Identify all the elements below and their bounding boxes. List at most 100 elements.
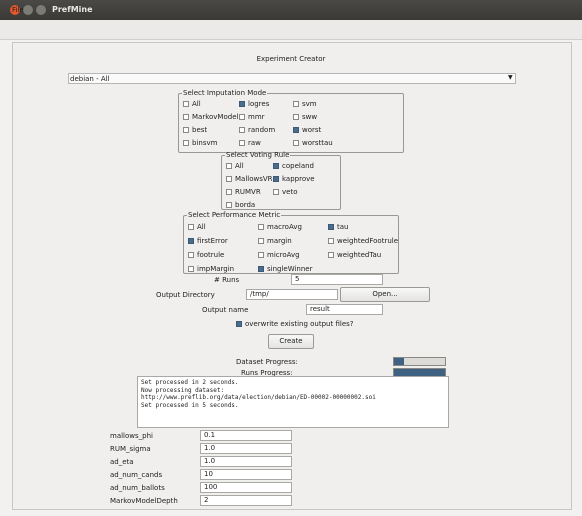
- metric-checkbox[interactable]: [258, 252, 264, 258]
- metric-checkbox[interactable]: [188, 252, 194, 258]
- metric-option-margin[interactable]: margin: [258, 237, 292, 245]
- imputation-option-markovmodel[interactable]: MarkovModel: [183, 113, 238, 121]
- voting-option-rumvr[interactable]: RUMVR: [226, 188, 261, 196]
- imputation-mode-legend: Select Imputation Mode: [183, 89, 267, 97]
- imputation-option-label: binsvm: [192, 139, 218, 147]
- metric-option-label: margin: [267, 237, 292, 245]
- voting-checkbox[interactable]: [226, 163, 232, 169]
- imputation-checkbox[interactable]: [239, 140, 245, 146]
- voting-option-label: All: [235, 162, 244, 170]
- imputation-checkbox[interactable]: [239, 127, 245, 133]
- imputation-checkbox[interactable]: [183, 140, 189, 146]
- param-label-ad-num-cands: ad_num_cands: [110, 471, 163, 479]
- voting-checkbox[interactable]: [273, 176, 279, 182]
- imputation-checkbox[interactable]: [293, 127, 299, 133]
- imputation-checkbox[interactable]: [183, 127, 189, 133]
- metric-checkbox[interactable]: [188, 266, 194, 272]
- metric-option-label: footrule: [197, 251, 225, 259]
- voting-checkbox[interactable]: [226, 189, 232, 195]
- metric-option-weightedtau[interactable]: weightedTau: [328, 251, 381, 259]
- metric-checkbox[interactable]: [258, 266, 264, 272]
- menu-bar: [0, 20, 582, 40]
- metric-checkbox[interactable]: [188, 238, 194, 244]
- param-label-ad-num-ballots: ad_num_ballots: [110, 484, 165, 492]
- imputation-option-label: random: [248, 126, 276, 134]
- metric-option-firsterror[interactable]: firstError: [188, 237, 228, 245]
- param-input-markovmodeldepth[interactable]: 2: [200, 495, 292, 506]
- imputation-option-worst[interactable]: worst: [293, 126, 321, 134]
- runs-progress-fill: [394, 369, 445, 376]
- chevron-down-icon[interactable]: ▼: [508, 74, 513, 81]
- metric-option-tau[interactable]: tau: [328, 223, 348, 231]
- imputation-checkbox[interactable]: [183, 101, 189, 107]
- metric-option-all[interactable]: All: [188, 223, 206, 231]
- output-name-input[interactable]: result: [306, 304, 383, 315]
- metric-option-impmargin[interactable]: impMargin: [188, 265, 234, 273]
- imputation-option-sww[interactable]: sww: [293, 113, 317, 121]
- voting-option-copeland[interactable]: copeland: [273, 162, 314, 170]
- menu-file[interactable]: File: [12, 6, 24, 14]
- param-input-ad-num-ballots[interactable]: 100: [200, 482, 292, 493]
- performance-metric-legend: Select Performance Metric: [188, 211, 281, 219]
- log-output[interactable]: Set processed in 2 seconds. Now processin…: [137, 376, 449, 428]
- dataset-progress-label: Dataset Progress:: [236, 358, 298, 366]
- create-button[interactable]: Create: [268, 334, 314, 349]
- metric-option-macroavg[interactable]: macroAvg: [258, 223, 302, 231]
- imputation-option-all[interactable]: All: [183, 100, 201, 108]
- imputation-checkbox[interactable]: [293, 140, 299, 146]
- metric-option-singlewinner[interactable]: singleWinner: [258, 265, 313, 273]
- imputation-option-best[interactable]: best: [183, 126, 207, 134]
- imputation-checkbox[interactable]: [239, 101, 245, 107]
- voting-checkbox[interactable]: [273, 189, 279, 195]
- param-input-mallows-phi[interactable]: 0.1: [200, 430, 292, 441]
- metric-checkbox[interactable]: [328, 252, 334, 258]
- metric-option-weightedfootrule[interactable]: weightedFootrule: [328, 237, 398, 245]
- overwrite-checkbox[interactable]: overwrite existing output files?: [236, 320, 353, 328]
- metric-option-footrule[interactable]: footrule: [188, 251, 224, 259]
- metric-checkbox[interactable]: [258, 224, 264, 230]
- metric-option-microavg[interactable]: microAvg: [258, 251, 300, 259]
- imputation-checkbox[interactable]: [293, 114, 299, 120]
- minimize-window-button[interactable]: [23, 5, 33, 15]
- imputation-option-random[interactable]: random: [239, 126, 275, 134]
- metric-option-label: singleWinner: [267, 265, 313, 273]
- voting-checkbox[interactable]: [226, 202, 232, 208]
- runs-label: # Runs: [214, 276, 240, 284]
- param-input-rum-sigma[interactable]: 1.0: [200, 443, 292, 454]
- voting-checkbox[interactable]: [226, 176, 232, 182]
- imputation-checkbox[interactable]: [183, 114, 189, 120]
- imputation-option-label: All: [192, 100, 201, 108]
- param-input-ad-num-cands[interactable]: 10: [200, 469, 292, 480]
- voting-rule-legend: Select Voting Rule: [226, 151, 290, 159]
- overwrite-checkbox-box[interactable]: [236, 321, 242, 327]
- open-directory-button[interactable]: Open...: [340, 287, 430, 302]
- imputation-option-mmr[interactable]: mmr: [239, 113, 265, 121]
- imputation-option-binsvm[interactable]: binsvm: [183, 139, 217, 147]
- output-directory-label: Output Directory: [156, 291, 215, 299]
- metric-checkbox[interactable]: [258, 238, 264, 244]
- metric-checkbox[interactable]: [188, 224, 194, 230]
- output-directory-input[interactable]: /tmp/: [246, 289, 338, 300]
- metric-checkbox[interactable]: [328, 238, 334, 244]
- voting-option-label: kapprove: [282, 175, 315, 183]
- imputation-option-worsttau[interactable]: worsttau: [293, 139, 333, 147]
- maximize-window-button[interactable]: [36, 5, 46, 15]
- imputation-option-logres[interactable]: logres: [239, 100, 269, 108]
- imputation-option-raw[interactable]: raw: [239, 139, 261, 147]
- imputation-option-label: best: [192, 126, 208, 134]
- imputation-option-svm[interactable]: svm: [293, 100, 317, 108]
- imputation-option-label: logres: [248, 100, 270, 108]
- voting-option-all[interactable]: All: [226, 162, 244, 170]
- runs-input[interactable]: 5: [291, 274, 383, 285]
- imputation-checkbox[interactable]: [293, 101, 299, 107]
- voting-option-kapprove[interactable]: kapprove: [273, 175, 315, 183]
- voting-option-label: RUMVR: [235, 188, 261, 196]
- voting-option-veto[interactable]: veto: [273, 188, 297, 196]
- voting-checkbox[interactable]: [273, 163, 279, 169]
- imputation-checkbox[interactable]: [239, 114, 245, 120]
- metric-checkbox[interactable]: [328, 224, 334, 230]
- voting-option-borda[interactable]: borda: [226, 201, 255, 209]
- param-input-ad-eta[interactable]: 1.0: [200, 456, 292, 467]
- voting-option-mallowsvr[interactable]: MallowsVR: [226, 175, 273, 183]
- dataset-select[interactable]: [68, 73, 516, 84]
